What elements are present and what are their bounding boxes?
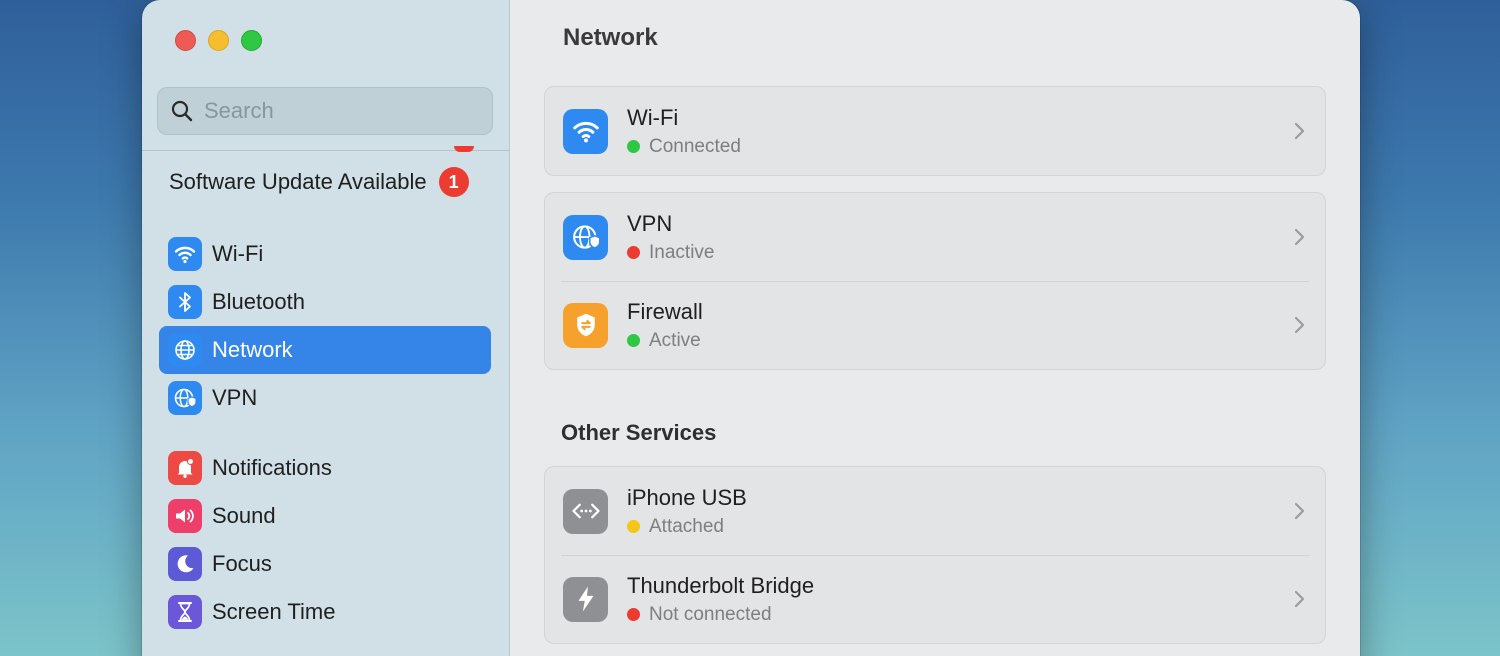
minimize-window-button[interactable]: [208, 30, 229, 51]
service-status: Not connected: [627, 604, 814, 626]
vpn-globe-icon: [563, 214, 608, 260]
thunderbolt-icon: [563, 576, 608, 622]
service-row-thunderbolt-bridge[interactable]: Thunderbolt Bridge Not connected: [545, 555, 1325, 643]
speaker-icon: [168, 499, 202, 533]
window-controls: [175, 30, 262, 51]
sidebar-item-focus[interactable]: Focus: [159, 540, 491, 588]
chevron-right-icon: [1294, 122, 1305, 140]
service-status-text: Inactive: [649, 241, 715, 263]
globe-icon: [168, 333, 202, 367]
sidebar-item-wifi[interactable]: Wi-Fi: [159, 230, 491, 278]
firewall-icon: [563, 302, 608, 348]
settings-window: Software Update Available 1 Wi-Fi Blueto…: [142, 0, 1360, 656]
status-dot-green: [627, 140, 640, 153]
security-card: VPN Inactive Firewall Active: [544, 192, 1326, 370]
sidebar-item-label: VPN: [212, 385, 258, 410]
moon-icon: [168, 547, 202, 581]
page-title: Network: [563, 24, 658, 51]
service-title: Thunderbolt Bridge: [627, 572, 815, 598]
other-services-card: iPhone USB Attached Thunderbolt Bridge N…: [544, 466, 1326, 644]
service-status-text: Not connected: [649, 603, 772, 625]
service-status-text: Active: [649, 329, 701, 351]
wifi-icon: [563, 108, 608, 154]
zoom-window-button[interactable]: [241, 30, 262, 51]
usb-icon: [563, 488, 608, 534]
wifi-icon: [168, 237, 202, 271]
chevron-right-icon: [1294, 590, 1305, 608]
service-row-wifi[interactable]: Wi-Fi Connected: [545, 87, 1325, 175]
sidebar-item-label: Screen Time: [212, 599, 336, 624]
service-title: VPN: [627, 210, 673, 236]
service-title: Wi-Fi: [627, 104, 679, 130]
service-status: Attached: [627, 516, 747, 538]
search-icon: [171, 100, 193, 122]
status-dot-red: [627, 608, 640, 621]
service-status: Inactive: [627, 242, 714, 264]
main-content: Network Wi-Fi Connected VPN Inactive Fir…: [510, 0, 1360, 656]
service-title: iPhone USB: [627, 484, 747, 510]
vpn-globe-icon: [168, 381, 202, 415]
sidebar-item-label: Bluetooth: [212, 289, 305, 314]
hourglass-icon: [168, 595, 202, 629]
status-dot-red: [627, 246, 640, 259]
chevron-right-icon: [1294, 228, 1305, 246]
sidebar-item-sound[interactable]: Sound: [159, 492, 491, 540]
sidebar-item-label: Wi-Fi: [212, 241, 264, 266]
service-status: Active: [627, 330, 703, 352]
search-field[interactable]: [157, 87, 493, 135]
software-update-item[interactable]: Software Update Available 1: [169, 167, 469, 197]
chevron-right-icon: [1294, 502, 1305, 520]
service-status-text: Attached: [649, 515, 724, 537]
sidebar-item-label: Sound: [212, 503, 276, 528]
sidebar-item-screen-time[interactable]: Screen Time: [159, 588, 491, 636]
bluetooth-icon: [168, 285, 202, 319]
sidebar-item-label: Notifications: [212, 455, 332, 480]
sidebar-item-label: Network: [212, 337, 293, 362]
service-row-vpn[interactable]: VPN Inactive: [545, 193, 1325, 281]
update-count-badge: 1: [438, 167, 469, 197]
service-title: Firewall: [627, 298, 703, 324]
service-status: Connected: [627, 136, 741, 158]
bell-icon: [168, 451, 202, 485]
status-dot-green: [627, 334, 640, 347]
sidebar-item-vpn[interactable]: VPN: [159, 374, 491, 422]
close-window-button[interactable]: [175, 30, 196, 51]
scrolled-badge-edge: [454, 146, 474, 152]
status-dot-yellow: [627, 520, 640, 533]
wifi-card: Wi-Fi Connected: [544, 86, 1326, 176]
sidebar: Software Update Available 1 Wi-Fi Blueto…: [142, 0, 510, 656]
service-row-firewall[interactable]: Firewall Active: [545, 281, 1325, 369]
sidebar-item-notifications[interactable]: Notifications: [159, 444, 491, 492]
service-row-iphone-usb[interactable]: iPhone USB Attached: [545, 467, 1325, 555]
search-input[interactable]: [204, 98, 474, 124]
service-status-text: Connected: [649, 135, 741, 157]
chevron-right-icon: [1294, 316, 1305, 334]
sidebar-item-network[interactable]: Network: [159, 326, 491, 374]
software-update-label: Software Update Available: [169, 169, 427, 194]
sidebar-item-bluetooth[interactable]: Bluetooth: [159, 278, 491, 326]
sidebar-item-label: Focus: [212, 551, 272, 576]
sidebar-divider: [142, 150, 509, 151]
section-title-other-services: Other Services: [561, 420, 717, 445]
